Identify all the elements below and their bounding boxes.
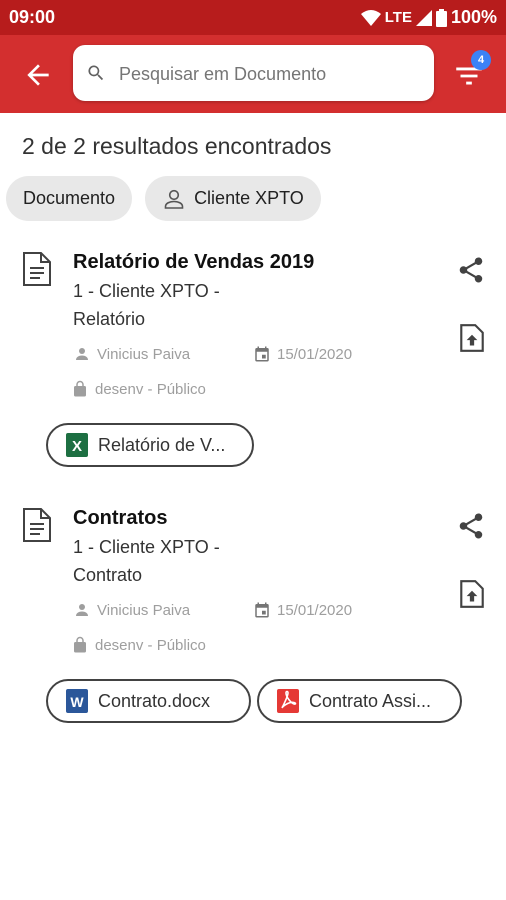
person-icon [76,348,88,360]
document-title: Contratos [73,507,168,529]
share-icon[interactable] [456,509,486,543]
chip-client[interactable]: Cliente XPTO [145,176,321,221]
back-arrow-icon[interactable] [22,59,54,91]
document-title: Relatório de Vendas 2019 [73,251,315,273]
wifi-icon [360,9,381,26]
battery-icon [435,8,447,27]
chip-document[interactable]: Documento [6,176,133,221]
document-icon [23,252,51,286]
document-icon [23,508,51,542]
document-subtitle: 1 - Cliente XPTO - [73,537,220,557]
results-count: 2 de 2 resultados encontrados [22,133,332,159]
filter-count-badge: 4 [471,50,491,70]
file-name: Contrato.docx [98,690,211,711]
svg-text:W: W [70,694,84,710]
document-type: Relatório [73,309,146,329]
author-name: Vinicius Paiva [97,345,191,363]
chip-label: Cliente XPTO [194,188,304,208]
upload-file-icon[interactable] [459,579,485,609]
calendar-icon [255,602,269,618]
signal-icon [415,9,432,26]
author-info: Vinicius Paiva [73,345,190,363]
document-date: 15/01/2020 [277,345,353,363]
person-icon [76,604,88,616]
calendar-icon [255,346,269,362]
user-outline-icon [164,189,184,209]
access-level: desenv - Público [95,380,206,398]
access-level: desenv - Público [95,636,206,654]
author-info: Vinicius Paiva [73,601,190,619]
access-info: desenv - Público [71,636,206,654]
document-type: Contrato [73,565,143,585]
status-time: 09:00 [9,7,56,27]
upload-file-icon[interactable] [459,323,485,353]
access-info: desenv - Público [71,380,206,398]
search-box[interactable] [73,45,434,101]
status-bar: 09:00 LTE 100% [0,0,506,35]
docx-icon: W [66,689,88,713]
app-bar: 4 [0,35,506,113]
network-label: LTE [384,9,412,26]
date-info: 15/01/2020 [253,601,352,619]
author-name: Vinicius Paiva [97,601,191,619]
share-icon[interactable] [456,253,486,287]
pdf-icon [277,689,299,713]
file-name: Contrato Assi... [309,690,432,711]
svg-text:X: X [72,438,82,455]
lock-icon [74,636,86,653]
chip-label: Documento [23,188,116,208]
document-card[interactable]: Relatório de Vendas 2019 1 - Cliente XPT… [0,251,506,476]
xlsx-icon: X [66,433,88,457]
filter-chips: Documento Cliente XPTO [6,176,321,221]
document-card[interactable]: Contratos 1 - Cliente XPTO - Contrato Vi… [0,507,506,732]
document-subtitle: 1 - Cliente XPTO - [73,281,220,301]
file-attachment[interactable]: W Contrato.docx [46,679,251,723]
file-attachment[interactable]: Contrato Assi... [257,679,462,723]
lock-icon [74,380,86,397]
file-attachment[interactable]: X Relatório de V... [46,423,254,467]
search-icon [88,65,104,81]
battery-level: 100% [450,7,497,27]
date-info: 15/01/2020 [253,345,352,363]
file-name: Relatório de V... [98,434,226,455]
search-input[interactable] [117,57,421,91]
document-date: 15/01/2020 [277,601,353,619]
